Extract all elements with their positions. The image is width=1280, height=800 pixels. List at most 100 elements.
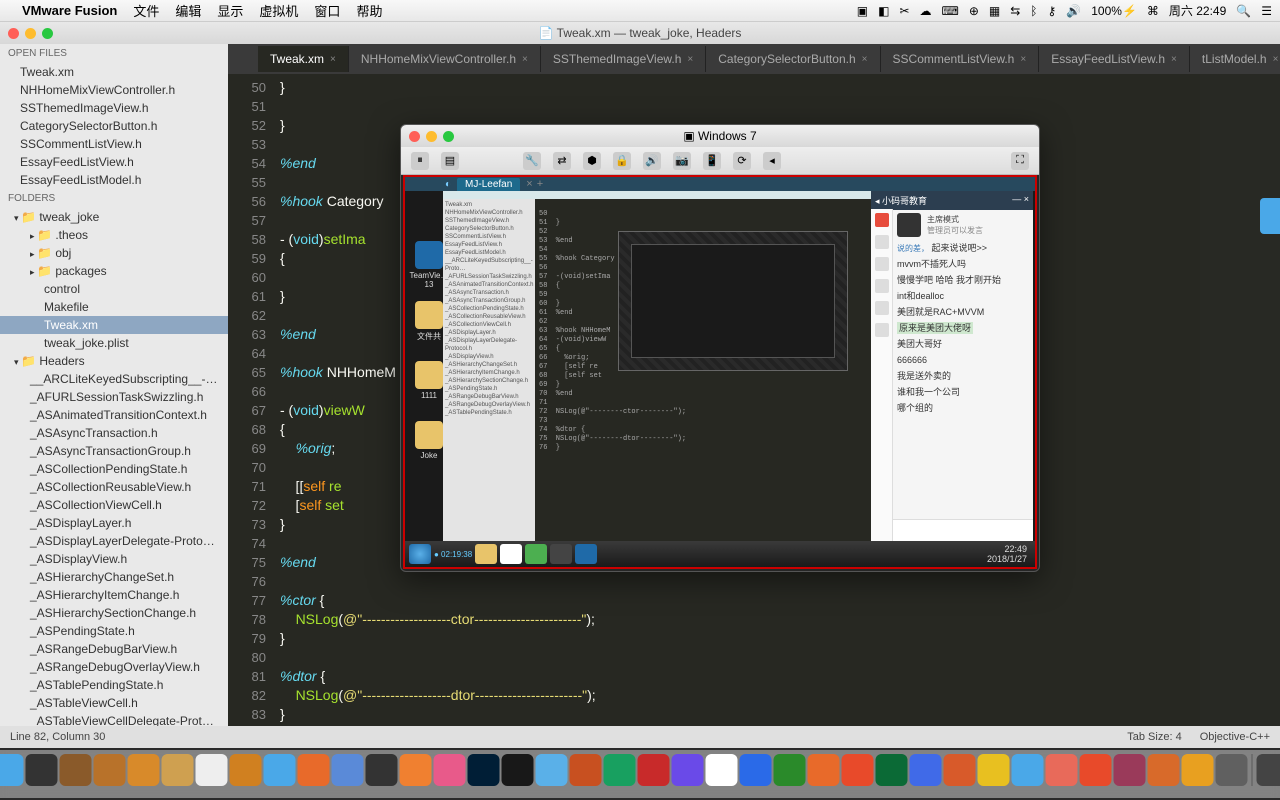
file[interactable]: _AFURLSessionTaskSwizzling.h [0, 388, 228, 406]
dock-app[interactable] [1080, 754, 1112, 786]
tray-icon[interactable]: ⌘ [1147, 4, 1159, 18]
menu-edit[interactable]: 编辑 [175, 1, 201, 20]
open-file[interactable]: EssayFeedListModel.h [0, 171, 228, 189]
dock-app[interactable] [1216, 754, 1248, 786]
open-file[interactable]: Tweak.xm [0, 63, 228, 81]
chat-tab-icon[interactable] [875, 257, 889, 271]
taskbar-clock[interactable]: 22:492018/1/27 [987, 544, 1031, 564]
tab[interactable]: NHHomeMixViewController.h× [349, 46, 541, 72]
dock-app[interactable] [128, 754, 160, 786]
zoom-button[interactable] [42, 28, 53, 39]
taskbar-chrome[interactable] [500, 544, 522, 564]
file[interactable]: _ASTablePendingState.h [0, 676, 228, 694]
dock-app[interactable] [944, 754, 976, 786]
tab[interactable]: Tweak.xm× [258, 46, 349, 72]
volume-icon[interactable]: 🔊 [1066, 4, 1081, 18]
dock-app[interactable] [604, 754, 636, 786]
file[interactable]: _ASAsyncTransaction.h [0, 424, 228, 442]
dock-app[interactable] [1182, 754, 1214, 786]
dock-app[interactable] [1114, 754, 1146, 786]
folder[interactable]: 📁 packages [0, 262, 228, 280]
dock-app[interactable] [842, 754, 874, 786]
open-file[interactable]: CategorySelectorButton.h [0, 117, 228, 135]
bluetooth-icon[interactable]: ᛒ [1030, 4, 1037, 18]
dock-app[interactable] [434, 754, 466, 786]
file[interactable]: _ASHierarchyItemChange.h [0, 586, 228, 604]
vm-screen[interactable]: ◐ MJ-Leefan × + TeamVie…13 文件共 1111 Joke… [403, 175, 1037, 569]
menu-view[interactable]: 显示 [217, 1, 243, 20]
vm-settings-icon[interactable]: 🔧 [523, 152, 541, 170]
syntax-mode[interactable]: Objective-C++ [1200, 731, 1270, 743]
dock-app[interactable] [808, 754, 840, 786]
dock-app[interactable] [978, 754, 1010, 786]
folder-root[interactable]: 📁 tweak_joke [0, 208, 228, 226]
dock-app[interactable] [774, 754, 806, 786]
file[interactable]: control [0, 280, 228, 298]
app-name[interactable]: VMware Fusion [22, 3, 117, 18]
battery-status[interactable]: 100% ⚡ [1091, 4, 1137, 18]
file[interactable]: _ASTableViewCellDelegate-Protocol.h [0, 712, 228, 726]
file[interactable]: _ASCollectionViewCell.h [0, 496, 228, 514]
file[interactable]: _ASRangeDebugOverlayView.h [0, 658, 228, 676]
menu-help[interactable]: 帮助 [356, 1, 382, 20]
vm-pause-button[interactable]: ⏸ [411, 152, 429, 170]
menu-window[interactable]: 窗口 [314, 1, 340, 20]
menu-file[interactable]: 文件 [133, 1, 159, 20]
tray-icon[interactable]: ◧ [878, 4, 889, 18]
close-tab-icon[interactable]: × [522, 54, 528, 65]
taskbar-explorer[interactable] [475, 544, 497, 564]
close-tab-icon[interactable]: × [1273, 54, 1279, 65]
dock-app[interactable] [264, 754, 296, 786]
taskbar-app[interactable] [525, 544, 547, 564]
tray-icon[interactable]: ⇆ [1010, 4, 1020, 18]
chat-tab-icon[interactable] [875, 235, 889, 249]
dock-app[interactable] [366, 754, 398, 786]
spotlight-icon[interactable]: 🔍 [1236, 4, 1251, 18]
file[interactable]: _ASDisplayView.h [0, 550, 228, 568]
dock-app[interactable] [400, 754, 432, 786]
file-selected[interactable]: Tweak.xm [0, 316, 228, 334]
dock-app[interactable] [570, 754, 602, 786]
dock-app[interactable] [910, 754, 942, 786]
close-tab-icon[interactable]: × [1171, 54, 1177, 65]
dock-app[interactable] [0, 754, 24, 786]
tab[interactable]: EssayFeedListView.h× [1039, 46, 1190, 72]
file[interactable]: _ASHierarchyChangeSet.h [0, 568, 228, 586]
remote-screen[interactable]: Tweak.xmNHHomeMixViewController.hSSTheme… [443, 191, 873, 541]
tray-icon[interactable]: ▦ [989, 4, 1000, 18]
file[interactable]: tweak_joke.plist [0, 334, 228, 352]
vm-zoom-button[interactable] [443, 131, 454, 142]
file[interactable]: _ASCollectionReusableView.h [0, 478, 228, 496]
taskbar-teamviewer[interactable] [575, 544, 597, 564]
tray-icon[interactable]: ⊕ [969, 4, 979, 18]
close-tab-icon[interactable]: × [330, 54, 336, 65]
chat-tab-icon[interactable] [875, 323, 889, 337]
vm-device-icon[interactable]: 📱 [703, 152, 721, 170]
tab[interactable]: CategorySelectorButton.h× [706, 46, 880, 72]
wifi-icon[interactable]: ⚷ [1048, 4, 1057, 18]
vm-desktop[interactable]: TeamVie…13 文件共 1111 Joke Tweak.xmNHHomeM… [405, 191, 1035, 541]
folder-headers[interactable]: 📁 Headers [0, 352, 228, 370]
vm-network-icon[interactable]: ⇄ [553, 152, 571, 170]
dock-app[interactable] [26, 754, 58, 786]
close-tab-icon[interactable]: × [687, 54, 693, 65]
file[interactable]: _ASTableViewCell.h [0, 694, 228, 712]
dock-app[interactable] [468, 754, 500, 786]
remote-tab[interactable]: MJ-Leefan [457, 178, 520, 191]
dock-app[interactable] [162, 754, 194, 786]
notif-center-icon[interactable]: ☰ [1261, 4, 1272, 18]
vm-camera-icon[interactable]: 📷 [673, 152, 691, 170]
vm-fullscreen-icon[interactable]: ⛶ [1011, 152, 1029, 170]
open-file[interactable]: NHHomeMixViewController.h [0, 81, 228, 99]
close-button[interactable] [8, 28, 19, 39]
file[interactable]: _ASRangeDebugBarView.h [0, 640, 228, 658]
dock-app[interactable] [196, 754, 228, 786]
folder[interactable]: 📁 .theos [0, 226, 228, 244]
dock-app[interactable] [1257, 754, 1280, 786]
chat-tab-icon[interactable] [875, 279, 889, 293]
chat-messages[interactable]: 主席模式管理员可以发言 说的差， 起来说说吧>>mvvm不插死人吗慢慢学吧 哈哈… [893, 209, 1033, 519]
file[interactable]: _ASHierarchySectionChange.h [0, 604, 228, 622]
file[interactable]: _ASDisplayLayer.h [0, 514, 228, 532]
vm-sound-icon[interactable]: 🔊 [643, 152, 661, 170]
file[interactable]: Makefile [0, 298, 228, 316]
